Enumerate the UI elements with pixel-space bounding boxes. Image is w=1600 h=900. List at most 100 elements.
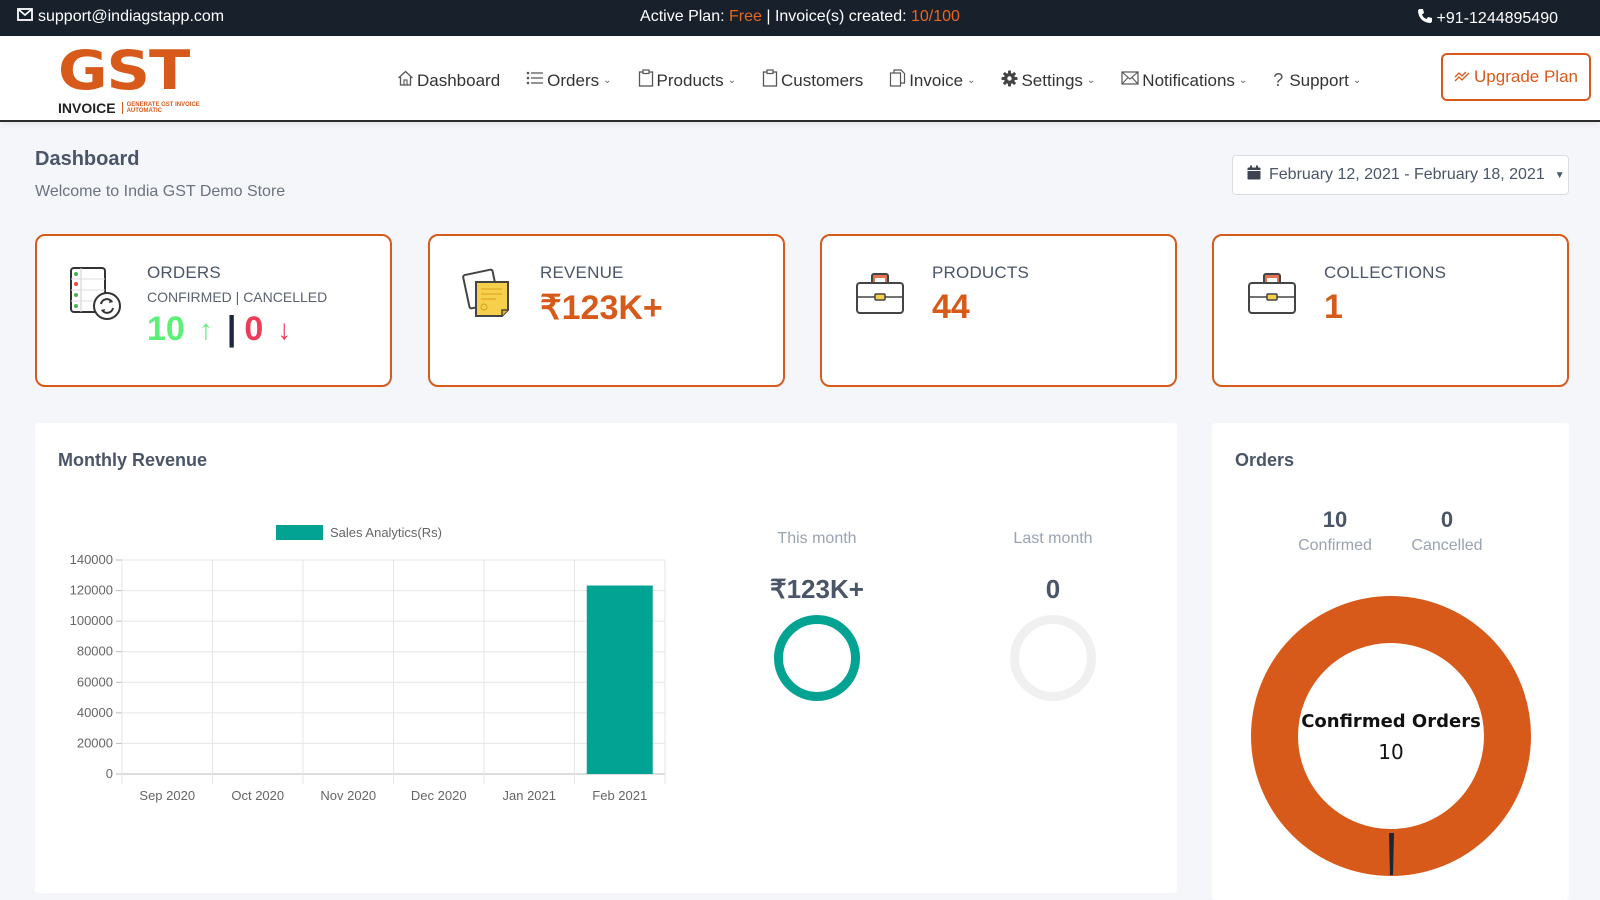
nav-menu: Dashboard Orders ⌄ Products ⌄ Customers <box>397 69 1387 92</box>
last-month-value: 0 <box>1045 574 1061 604</box>
confirmed-count-value: 10 <box>1322 507 1348 532</box>
home-icon <box>397 70 414 91</box>
cancelled-count: 0 Cancelled <box>1392 507 1502 555</box>
orders-card-sublabel: CONFIRMED | CANCELLED <box>147 289 328 305</box>
orders-list-icon <box>69 266 123 322</box>
this-month-stat: This month ₹123K+ <box>717 530 917 701</box>
chevron-down-icon: ⌄ <box>727 75 737 86</box>
chevron-down-icon: ⌄ <box>1352 75 1362 86</box>
collections-card[interactable]: COLLECTIONS 1 <box>1212 234 1569 387</box>
chevron-down-icon: ⌄ <box>1238 75 1248 86</box>
orders-card-label: ORDERS <box>147 263 221 282</box>
nav-label: Orders <box>547 70 600 90</box>
nav-item-notifications[interactable]: Notifications ⌄ <box>1121 71 1247 91</box>
arrow-up-icon: ↑ <box>198 313 213 345</box>
y-tick-label: 120000 <box>70 583 113 598</box>
cancelled-count-label: Cancelled <box>1411 537 1483 554</box>
y-tick-label: 100000 <box>70 613 113 628</box>
revenue-card[interactable]: REVENUE ₹123K+ <box>428 234 785 387</box>
caret-down-icon: ▼ <box>1554 169 1565 181</box>
y-tick-label: 60000 <box>77 674 113 689</box>
confirmed-orders-value: 10 <box>147 310 185 348</box>
donut-center-label: Confirmed Orders <box>1301 711 1481 732</box>
nav-label: Notifications <box>1142 70 1235 90</box>
y-tick-label: 80000 <box>77 644 113 659</box>
products-card-value: 44 <box>932 288 970 326</box>
cancelled-count-value: 0 <box>1440 507 1454 532</box>
upgrade-plan-button[interactable]: Upgrade Plan <box>1441 53 1591 101</box>
orders-panel-title: Orders <box>1235 450 1295 470</box>
monthly-revenue-panel: Monthly Revenue Sales Analytics(Rs) 0 2000… <box>35 423 1177 893</box>
donut-center-value: 10 <box>1378 740 1403 764</box>
page-title: Dashboard <box>35 148 140 170</box>
donut-inner-ring <box>1296 641 1486 831</box>
document-icon <box>889 69 906 92</box>
date-range-picker[interactable]: February 12, 2021 - February 18, 2021 ▼ <box>1232 155 1569 195</box>
revenue-card-value: ₹123K+ <box>540 289 663 327</box>
phone-number: +91-1244895490 <box>1436 9 1558 27</box>
sales-bar-chart: Sales Analytics(Rs) 0 20000 40000 60000 80000… <box>70 525 666 803</box>
x-tick-label: Nov 2020 <box>320 788 376 803</box>
plan-name: Free <box>728 8 762 25</box>
chevron-down-icon: ⌄ <box>603 75 612 86</box>
phone-icon <box>1417 8 1433 29</box>
nav-item-orders[interactable]: Orders ⌄ <box>526 70 612 91</box>
confirmed-count: 10 Confirmed <box>1280 507 1390 555</box>
products-card-label: PRODUCTS <box>932 263 1029 282</box>
calendar-icon <box>1247 165 1261 185</box>
nav-label: Support <box>1289 70 1349 90</box>
y-tick-label: 40000 <box>77 705 113 720</box>
last-month-stat: Last month 0 <box>953 530 1153 701</box>
main-navbar: GST INVOICE GENERATE GST INVOICE AUTOMAT… <box>0 36 1600 122</box>
nav-item-settings[interactable]: Settings ⌄ <box>1001 70 1095 92</box>
plan-status: Active Plan: Free | Invoice(s) created: … <box>0 8 1600 26</box>
nav-label: Invoice <box>909 70 964 90</box>
plan-prefix: Active Plan: <box>640 8 729 25</box>
chevron-down-icon: ⌄ <box>1086 75 1096 86</box>
invoices-count: 10/100 <box>911 8 960 25</box>
this-month-label: This month <box>777 530 857 547</box>
x-tick-label: Feb 2021 <box>592 788 647 803</box>
this-month-value: ₹123K+ <box>770 574 864 604</box>
nav-item-products[interactable]: Products ⌄ <box>638 69 736 92</box>
upgrade-plan-label: Upgrade Plan <box>1474 67 1578 86</box>
nav-item-support[interactable]: ? Support ⌄ <box>1273 70 1361 91</box>
arrow-down-icon: ↓ <box>277 313 292 345</box>
orders-card[interactable]: ORDERS CONFIRMED | CANCELLED 10 ↑ | 0 ↓ <box>35 234 392 387</box>
top-info-bar: support@indiagstapp.com Active Plan: Fre… <box>0 0 1600 36</box>
nav-label: Products <box>656 70 724 90</box>
bar-feb-2021 <box>586 585 653 774</box>
x-tick-label: Oct 2020 <box>231 788 284 803</box>
x-tick-label: Sep 2020 <box>139 788 195 803</box>
confirmed-count-label: Confirmed <box>1298 537 1372 554</box>
briefcase-icon <box>1246 266 1300 322</box>
chevron-down-icon: ⌄ <box>967 75 976 86</box>
logo-tagline: GENERATE GST INVOICE AUTOMATIC <box>121 102 203 114</box>
separator: | <box>226 310 237 348</box>
x-tick-label: Dec 2020 <box>411 788 467 803</box>
x-tick-label: Jan 2021 <box>503 788 557 803</box>
gst-invoice-logo[interactable]: GST INVOICE GENERATE GST INVOICE AUTOMAT… <box>58 44 203 117</box>
support-phone[interactable]: +91-1244895490 <box>1417 8 1558 29</box>
last-month-ring <box>1010 615 1096 701</box>
products-card[interactable]: PRODUCTS 44 <box>820 234 1177 387</box>
trend-icon <box>1454 67 1470 87</box>
last-month-label: Last month <box>1013 530 1093 547</box>
logo-subtext: INVOICE <box>58 100 116 116</box>
date-range-text: February 12, 2021 - February 18, 2021 <box>1269 166 1545 183</box>
orders-values: 10 ↑ | 0 ↓ <box>147 310 291 349</box>
y-tick-label: 140000 <box>70 552 113 567</box>
clipboard-icon <box>762 69 778 92</box>
cancelled-orders-value: 0 <box>244 310 264 348</box>
revenue-notes-icon <box>462 266 516 322</box>
nav-item-invoice[interactable]: Invoice ⌄ <box>889 69 975 92</box>
briefcase-icon <box>854 266 908 322</box>
orders-panel: Orders 10 Confirmed 0 Cancelled Confirme… <box>1212 423 1569 900</box>
legend-swatch <box>276 525 323 540</box>
nav-item-customers[interactable]: Customers <box>762 69 863 92</box>
clipboard-icon <box>638 69 654 92</box>
nav-label: Customers <box>781 70 864 90</box>
gear-icon <box>1001 70 1018 92</box>
nav-item-dashboard[interactable]: Dashboard <box>397 70 500 91</box>
collections-card-value: 1 <box>1324 288 1343 326</box>
